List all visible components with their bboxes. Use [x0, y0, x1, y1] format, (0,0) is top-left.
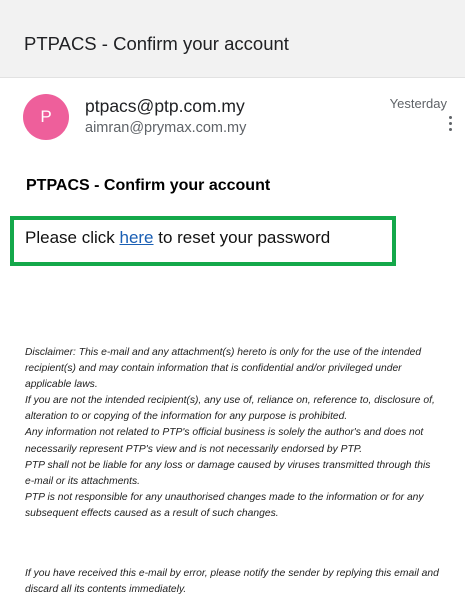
disclaimer-line: Disclaimer: This e-mail and any attachme… — [25, 347, 422, 358]
disclaimer-line: PTP is not responsible for any unauthori… — [25, 491, 424, 503]
subject-bar: PTPACS - Confirm your account — [0, 0, 465, 78]
email-heading: PTPACS - Confirm your account — [26, 177, 271, 194]
error-notice-line: If you have received this e-mail by erro… — [25, 568, 439, 579]
reset-password-link[interactable]: here — [119, 228, 153, 247]
disclaimer: Disclaimer: This e-mail and any attachme… — [25, 345, 455, 522]
error-notice: If you have received this e-mail by erro… — [25, 566, 455, 598]
more-options-icon[interactable] — [446, 116, 454, 138]
disclaimer-line: alteration to or copying of the informat… — [25, 411, 348, 423]
disclaimer-line: recipient(s) and may contain information… — [25, 363, 402, 375]
sender-address[interactable]: ptpacs@ptp.com.my — [85, 96, 245, 117]
disclaimer-line: If you are not the intended recipient(s)… — [25, 395, 435, 407]
subject-title: PTPACS - Confirm your account — [24, 33, 289, 54]
sender-avatar[interactable]: P — [23, 94, 69, 140]
error-notice-line: discard all its contents immediately. — [25, 584, 187, 596]
reset-prefix-text: Please click — [25, 228, 120, 247]
disclaimer-line: Any information not related to PTP's off… — [25, 427, 424, 439]
disclaimer-line: subsequent effects caused as a result of… — [25, 507, 279, 519]
disclaimer-line: PTP shall not be liable for any loss or … — [25, 459, 431, 471]
email-view: PTPACS - Confirm your account P ptpacs@p… — [0, 0, 465, 597]
reset-suffix-text: to reset your password — [153, 228, 331, 247]
reset-password-line: Please click here to reset your password — [25, 228, 330, 248]
message-date: Yesterday — [389, 96, 447, 111]
recipient-address[interactable]: aimran@prymax.com.my — [85, 120, 246, 136]
disclaimer-line: applicable laws. — [25, 379, 98, 391]
disclaimer-line: necessarily represent PTP's view and is … — [25, 443, 363, 455]
disclaimer-line: e-mail or its attachments. — [25, 475, 141, 487]
